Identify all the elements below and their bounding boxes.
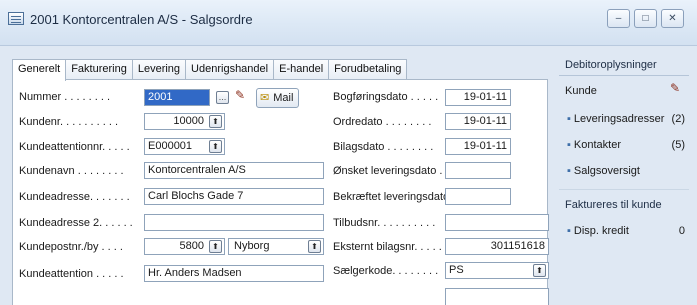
lookup-button[interactable]: … bbox=[216, 91, 229, 104]
mail-icon: ✉ bbox=[260, 92, 270, 104]
sidebar-item-leveringsadresser[interactable]: ▪ Leveringsadresser (2) bbox=[567, 113, 685, 125]
customer-info-pane: Debitoroplysninger Kunde ✎ ▪ Leveringsadr… bbox=[559, 55, 697, 305]
minimize-button[interactable]: – bbox=[607, 9, 630, 28]
kundeattentionnr-lookup-icon[interactable]: ⬆ bbox=[209, 140, 222, 153]
ordredato-field[interactable]: 19-01-11 bbox=[445, 113, 511, 130]
kundeby-lookup-icon[interactable]: ⬆ bbox=[308, 240, 321, 253]
nummer-field[interactable]: 2001 bbox=[144, 89, 210, 106]
tab-fakturering[interactable]: Fakturering bbox=[65, 59, 133, 80]
sidebar-item-disp-kredit[interactable]: ▪ Disp. kredit 0 bbox=[567, 225, 685, 237]
sidebar-item-count: (5) bbox=[671, 139, 685, 151]
kundenr-label: Kundenr. . . . . . . . . . bbox=[19, 116, 119, 128]
tab-udenrigshandel[interactable]: Udenrigshandel bbox=[185, 59, 275, 80]
onsket-leveringsdato-field[interactable] bbox=[445, 162, 511, 179]
kundeadresse-label: Kundeadresse. . . . . . . bbox=[19, 191, 130, 203]
tab-generelt[interactable]: Generelt bbox=[12, 59, 67, 81]
tilbudsnr-label: Tilbudsnr. . . . . . . . . . bbox=[333, 217, 436, 229]
disp-kredit-value: 0 bbox=[678, 225, 685, 237]
divider bbox=[559, 75, 689, 76]
kundepostnr-lookup-icon[interactable]: ⬆ bbox=[209, 240, 222, 253]
kundenavn-label: Kundenavn . . . . . . . . bbox=[19, 165, 124, 177]
kunde-link[interactable]: Kunde bbox=[565, 85, 683, 97]
saelgerkode-lookup-icon[interactable]: ⬆ bbox=[533, 264, 546, 277]
edit-pencil-icon[interactable]: ✎ bbox=[670, 81, 680, 95]
edit-pencil-icon[interactable]: ✎ bbox=[235, 88, 245, 102]
title-bar: 2001 Kontorcentralen A/S - Salgsordre – … bbox=[0, 0, 697, 46]
sidebar-item-count: (2) bbox=[671, 113, 685, 125]
onsket-leveringsdato-label: Ønsket leveringsdato . . bbox=[333, 165, 445, 177]
general-panel: Nummer . . . . . . . . 2001 … ✎ ✉ Mail Ku… bbox=[12, 79, 549, 305]
bekraeftet-leveringsdato-field[interactable] bbox=[445, 188, 511, 205]
sidebar-item-label: Disp. kredit bbox=[573, 225, 629, 237]
saelgerkode-label: Sælgerkode. . . . . . . . bbox=[333, 265, 439, 277]
mail-button[interactable]: ✉ Mail bbox=[256, 88, 300, 108]
bilagsdato-field[interactable]: 19-01-11 bbox=[445, 138, 511, 155]
form-icon bbox=[8, 12, 24, 25]
close-button[interactable]: ✕ bbox=[661, 9, 684, 28]
sidebar-item-label: Leveringsadresser bbox=[573, 113, 665, 125]
customer-info-header: Debitoroplysninger bbox=[565, 59, 657, 71]
sidebar-item-label: Kontakter bbox=[573, 139, 621, 151]
bullet-icon: ▪ bbox=[567, 113, 571, 125]
kundeattention-label: Kundeattention . . . . . bbox=[19, 268, 124, 280]
eksternt-bilagsnr-field[interactable]: 301151618 bbox=[445, 238, 549, 255]
kundeadresse2-field[interactable] bbox=[144, 214, 324, 231]
mail-button-label: Mail bbox=[273, 92, 294, 104]
ordredato-label: Ordredato . . . . . . . . bbox=[333, 116, 432, 128]
kundeattentionnr-label: Kundeattentionnr. . . . . bbox=[19, 141, 130, 153]
bullet-icon: ▪ bbox=[567, 139, 571, 151]
tab-e-handel[interactable]: E-handel bbox=[273, 59, 330, 80]
sidebar-item-salgsoversigt[interactable]: ▪ Salgsoversigt bbox=[567, 165, 685, 177]
billing-header: Faktureres til kunde bbox=[565, 199, 662, 211]
kundenavn-field[interactable]: Kontorcentralen A/S bbox=[144, 162, 324, 179]
tilbudsnr-field[interactable] bbox=[445, 214, 549, 231]
main-panel: Generelt Fakturering Levering Udenrigsha… bbox=[12, 59, 549, 305]
tab-forudbetaling[interactable]: Forudbetaling bbox=[328, 59, 408, 80]
bullet-icon: ▪ bbox=[567, 225, 571, 237]
nummer-label: Nummer . . . . . . . . bbox=[19, 91, 111, 103]
bogforingsdato-label: Bogføringsdato . . . . . bbox=[333, 91, 439, 103]
kundepostnr-label: Kundepostnr./by . . . . bbox=[19, 241, 123, 253]
maximize-button[interactable]: □ bbox=[634, 9, 657, 28]
bekraeftet-leveringsdato-label: Bekræftet leveringsdato. bbox=[333, 191, 445, 203]
bilagsdato-label: Bilagsdato . . . . . . . . bbox=[333, 141, 434, 153]
divider bbox=[559, 189, 689, 190]
tab-strip: Generelt Fakturering Levering Udenrigsha… bbox=[12, 59, 408, 81]
next-field[interactable] bbox=[445, 288, 549, 305]
sidebar-item-label: Salgsoversigt bbox=[573, 165, 640, 177]
bullet-icon: ▪ bbox=[567, 165, 571, 177]
kundeattention-field[interactable]: Hr. Anders Madsen bbox=[144, 265, 324, 282]
eksternt-bilagsnr-label: Eksternt bilagsnr. . . . . bbox=[333, 241, 442, 253]
window-title: 2001 Kontorcentralen A/S - Salgsordre bbox=[30, 12, 253, 27]
tab-levering[interactable]: Levering bbox=[131, 59, 187, 80]
sidebar-item-kontakter[interactable]: ▪ Kontakter (5) bbox=[567, 139, 685, 151]
kundeadresse-field[interactable]: Carl Blochs Gade 7 bbox=[144, 188, 324, 205]
kundeadresse2-label: Kundeadresse 2. . . . . . bbox=[19, 217, 133, 229]
bogforingsdato-field[interactable]: 19-01-11 bbox=[445, 89, 511, 106]
kundenr-lookup-icon[interactable]: ⬆ bbox=[209, 115, 222, 128]
